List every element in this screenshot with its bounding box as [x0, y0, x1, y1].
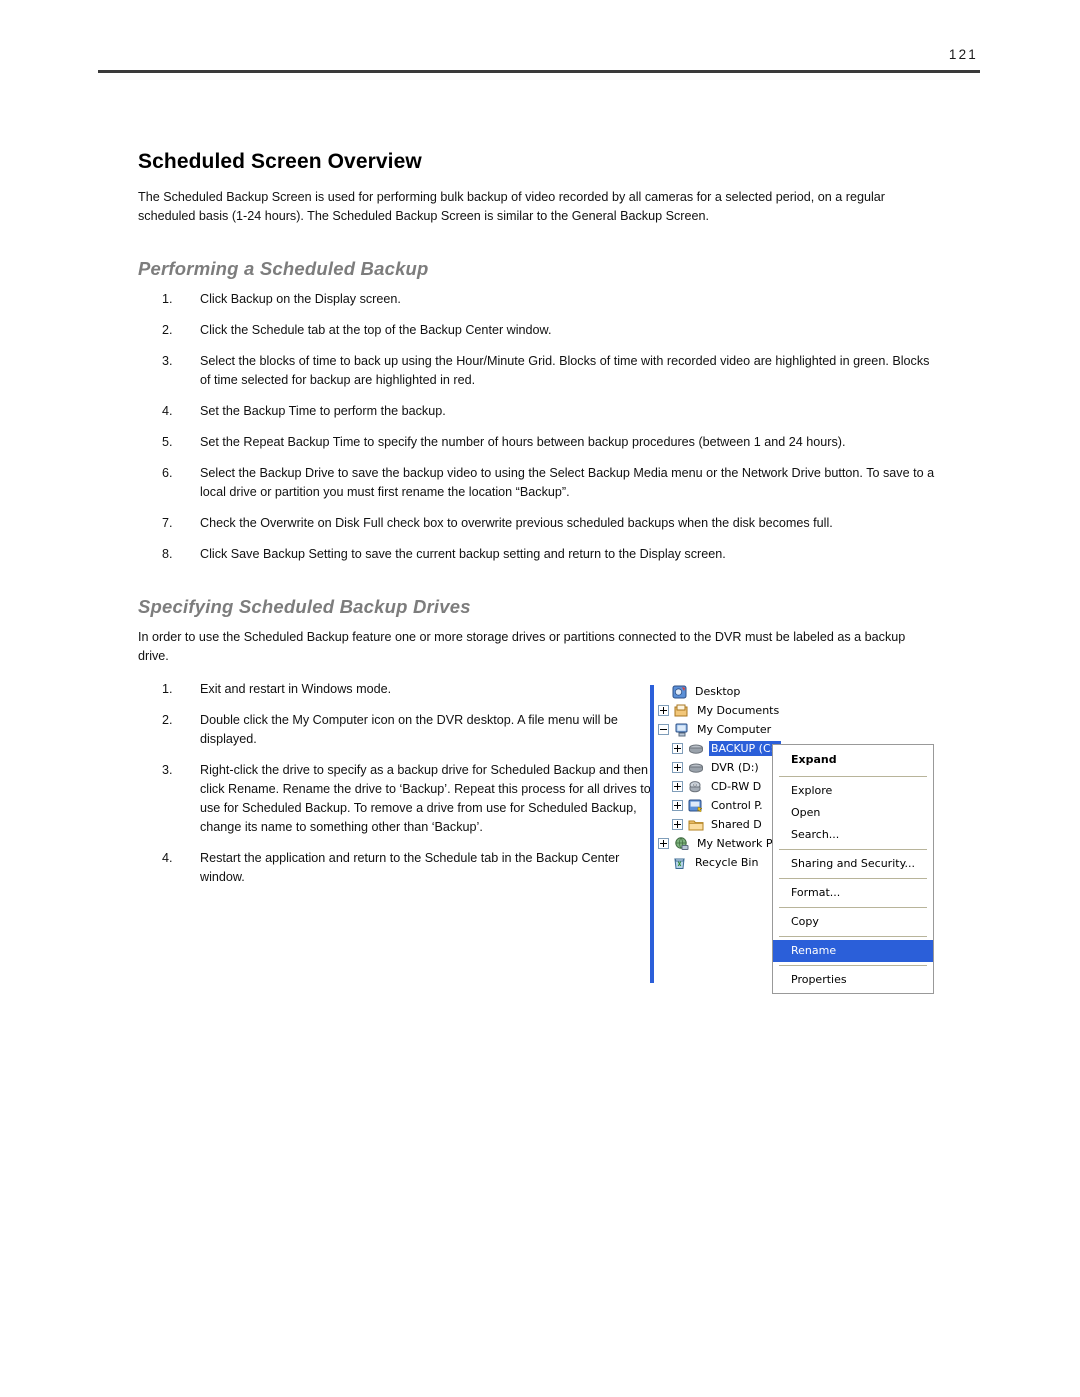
- list-item-number: 5.: [162, 435, 173, 449]
- menu-item-copy[interactable]: Copy: [773, 911, 933, 933]
- menu-item-rename[interactable]: Rename: [773, 940, 933, 962]
- tree-item-label: Desktop: [695, 685, 741, 698]
- list-item-number: 6.: [162, 466, 173, 480]
- folder-icon: [688, 818, 704, 832]
- list-item-text: Select the blocks of time to back up usi…: [200, 354, 930, 387]
- tree-item-label: My Network P: [697, 837, 773, 850]
- expand-plus-icon[interactable]: [672, 800, 683, 811]
- list-item-text: Check the Overwrite on Disk Full check b…: [200, 516, 833, 530]
- drive-context-menu[interactable]: Expand Explore Open Search... Sharing and Se…: [772, 744, 934, 994]
- network-icon: [674, 836, 690, 851]
- expand-plus-icon[interactable]: [672, 762, 683, 773]
- menu-item-search[interactable]: Search...: [773, 824, 933, 846]
- list-item-text: Click Backup on the Display screen.: [200, 292, 401, 306]
- list-item-text: Right-click the drive to specify as a ba…: [200, 763, 651, 834]
- collapse-minus-icon[interactable]: [658, 724, 669, 735]
- header-divider: [98, 69, 980, 73]
- hard-drive-icon: [688, 761, 704, 775]
- cd-drive-icon: [688, 780, 704, 794]
- list-item-text: Set the Repeat Backup Time to specify th…: [200, 435, 846, 449]
- list-item-text: Set the Backup Time to perform the backu…: [200, 404, 446, 418]
- list-item-number: 1.: [162, 682, 173, 696]
- tree-item-label: BACKUP (C:): [709, 741, 781, 756]
- list-item-number: 8.: [162, 547, 173, 561]
- subsection-intro-specifying: In order to use the Scheduled Backup fea…: [138, 630, 906, 663]
- list-item: 1. Click Backup on the Display screen.: [138, 290, 938, 309]
- tree-item-my-computer[interactable]: My Computer: [658, 720, 848, 739]
- list-item-text: Click the Schedule tab at the top of the…: [200, 323, 552, 337]
- desktop-icon: [672, 685, 688, 699]
- list-item: 5. Set the Repeat Backup Time to specify …: [138, 433, 938, 452]
- expand-plus-icon[interactable]: [672, 781, 683, 792]
- list-item: 8. Click Save Backup Setting to save the …: [138, 545, 938, 564]
- list-item-number: 4.: [162, 851, 173, 865]
- expand-plus-icon[interactable]: [658, 838, 669, 849]
- list-item-text: Restart the application and return to th…: [200, 851, 620, 884]
- menu-item-properties[interactable]: Properties: [773, 969, 933, 991]
- menu-item-sharing-and-security[interactable]: Sharing and Security...: [773, 853, 933, 875]
- list-item-text: Exit and restart in Windows mode.: [200, 682, 392, 696]
- steps-list-performing: 1. Click Backup on the Display screen. 2. C…: [138, 290, 938, 564]
- page-header: 121: [98, 48, 980, 73]
- tree-item-desktop[interactable]: Desktop: [658, 682, 848, 701]
- hard-drive-icon: [688, 742, 704, 756]
- tree-item-label: My Computer: [697, 723, 772, 736]
- expand-plus-icon[interactable]: [672, 819, 683, 830]
- tree-item-label: Recycle Bin: [695, 856, 759, 869]
- list-item: 4. Set the Backup Time to perform the bac…: [138, 402, 938, 421]
- menu-separator: [779, 936, 927, 937]
- list-item: 3. Right-click the drive to specify as a …: [138, 761, 660, 837]
- tree-item-label: Shared D: [711, 818, 762, 831]
- subsection-title-performing: Performing a Scheduled Backup: [138, 258, 429, 279]
- tree-item-label: My Documents: [697, 704, 780, 717]
- tree-item-my-documents[interactable]: My Documents: [658, 701, 848, 720]
- menu-item-explore[interactable]: Explore: [773, 780, 933, 802]
- expand-plus-icon[interactable]: [672, 743, 683, 754]
- list-item-number: 4.: [162, 404, 173, 418]
- steps-and-screenshot: 1. Exit and restart in Windows mode. 2. Dou…: [138, 680, 938, 994]
- page-number: 121: [948, 47, 978, 62]
- intro-paragraph: The Scheduled Backup Screen is used for …: [138, 190, 885, 223]
- list-item: 4. Restart the application and return to …: [138, 849, 660, 887]
- list-item-number: 2.: [162, 323, 173, 337]
- my-documents-icon: [674, 704, 690, 718]
- windows-explorer-screenshot: Desktop My Documents My Computer BACKUP (C:…: [650, 682, 950, 994]
- page-title: Scheduled Screen Overview: [138, 150, 422, 173]
- control-panel-icon: [688, 799, 704, 813]
- recycle-bin-icon: [672, 856, 688, 870]
- list-item: 6. Select the Backup Drive to save the ba…: [138, 464, 938, 502]
- menu-item-format[interactable]: Format...: [773, 882, 933, 904]
- list-item: 3. Select the blocks of time to back up u…: [138, 352, 938, 390]
- page-content: Scheduled Screen Overview The Scheduled …: [138, 150, 938, 994]
- expand-plus-icon[interactable]: [658, 705, 669, 716]
- list-item-text: Select the Backup Drive to save the back…: [200, 466, 935, 499]
- menu-item-expand[interactable]: Expand: [773, 747, 933, 773]
- list-item-text: Click Save Backup Setting to save the cu…: [200, 547, 726, 561]
- menu-separator: [779, 849, 927, 850]
- menu-item-open[interactable]: Open: [773, 802, 933, 824]
- menu-separator: [779, 878, 927, 879]
- explorer-panel-left-border: [650, 685, 654, 983]
- menu-separator: [779, 776, 927, 777]
- menu-separator: [779, 965, 927, 966]
- list-item-number: 3.: [162, 763, 173, 777]
- subsection-title-specifying: Specifying Scheduled Backup Drives: [138, 596, 471, 617]
- list-item-number: 1.: [162, 292, 173, 306]
- list-item-number: 3.: [162, 354, 173, 368]
- list-item-number: 2.: [162, 713, 173, 727]
- list-item-number: 7.: [162, 516, 173, 530]
- list-item: 7. Check the Overwrite on Disk Full check…: [138, 514, 938, 533]
- my-computer-icon: [674, 723, 690, 737]
- menu-separator: [779, 907, 927, 908]
- list-item: 2. Double click the My Computer icon on t…: [138, 711, 660, 749]
- tree-item-label: Control P.: [711, 799, 763, 812]
- list-item-text: Double click the My Computer icon on the…: [200, 713, 618, 746]
- tree-item-label: DVR (D:): [711, 761, 759, 774]
- list-item: 2. Click the Schedule tab at the top of t…: [138, 321, 938, 340]
- tree-item-label: CD-RW D: [711, 780, 762, 793]
- list-item: 1. Exit and restart in Windows mode.: [138, 680, 660, 699]
